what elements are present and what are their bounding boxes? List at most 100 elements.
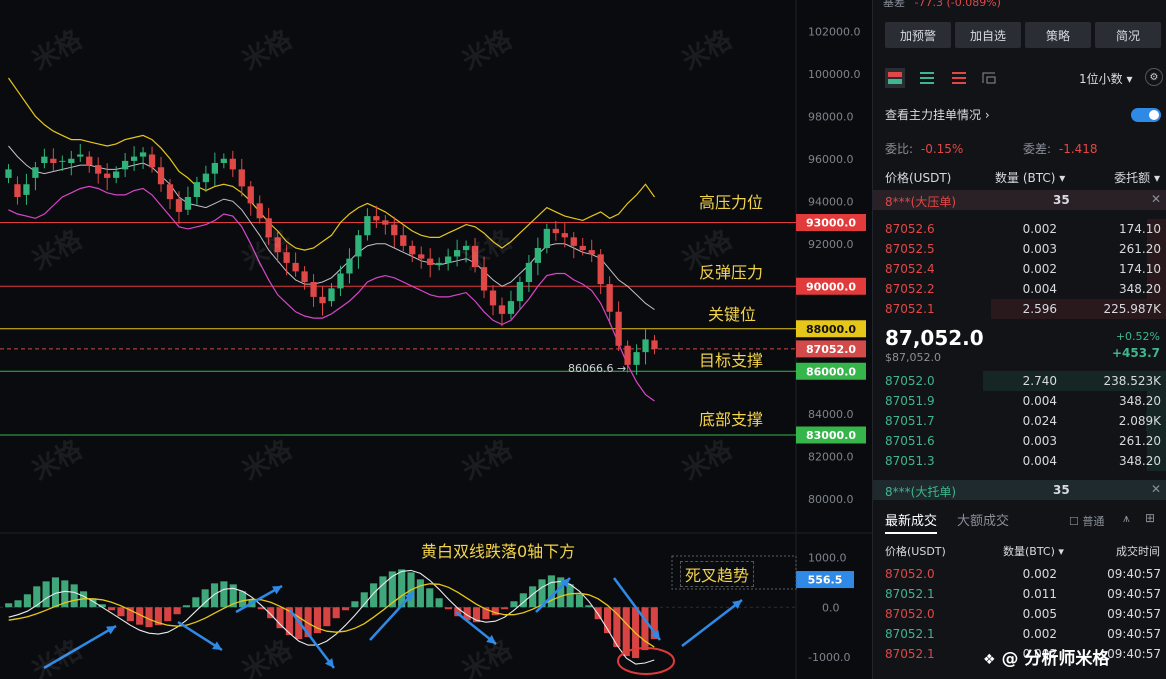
close-icon[interactable]: ✕ — [1151, 192, 1161, 206]
macd-bar — [5, 603, 13, 608]
decimal-select[interactable]: 1位小数 ▾ — [1079, 70, 1133, 87]
add-watchlist-button[interactable]: 加自选 — [955, 22, 1021, 48]
ask-large-tag: 8***(大压单) 35 ✕ — [873, 190, 1166, 210]
candle-body — [130, 156, 138, 161]
main-order-toggle[interactable] — [1131, 108, 1161, 122]
orderbook-depth-icon[interactable] — [979, 68, 999, 88]
change-abs: +453.7 — [1111, 346, 1160, 360]
bid-row[interactable]: 87051.9 0.004 348.20 — [873, 391, 1166, 411]
candle-body — [220, 158, 227, 163]
candle-body — [238, 169, 245, 187]
price-cell: 87052.0 — [885, 374, 935, 388]
candle-body — [247, 186, 254, 204]
candle-body — [445, 256, 452, 263]
level-price-label: 90000.0 — [806, 280, 856, 293]
tab-large-trades[interactable]: 大额成交 — [957, 510, 1009, 529]
trade-qty-cell: 0.002 — [1022, 627, 1057, 641]
ask-row[interactable]: 87052.4 0.002 174.10 — [873, 259, 1166, 279]
candle-body — [301, 271, 308, 282]
candle-body — [561, 233, 568, 238]
ask-row[interactable]: 87052.2 0.004 348.20 — [873, 279, 1166, 299]
qty-cell: 0.002 — [1022, 222, 1057, 236]
macd-bar — [164, 607, 172, 622]
candle-body — [68, 158, 75, 163]
macd-bar — [145, 607, 153, 628]
trade-price-cell: 87052.1 — [885, 627, 935, 641]
trade-time-cell: 09:40:57 — [1107, 567, 1161, 581]
level-note-83000: 底部支撑 — [699, 410, 764, 429]
candle-body — [507, 301, 515, 314]
ob-header-qty[interactable]: 数量 (BTC) ▾ — [995, 169, 1065, 186]
ask-row[interactable]: 87052.6 0.002 174.10 — [873, 219, 1166, 239]
ask-row[interactable]: 87052.1 2.596 225.987K — [873, 299, 1166, 319]
chart-area[interactable]: 102000.0 100000.0 98000.0 96000.0 94000.0 920… — [0, 0, 872, 679]
close-icon[interactable]: ✕ — [1151, 482, 1161, 496]
ask-row[interactable]: 87052.5 0.003 261.20 — [873, 239, 1166, 259]
trade-time-cell: 09:40:57 — [1107, 607, 1161, 621]
candle-body — [489, 290, 497, 306]
candle-body — [462, 245, 470, 251]
ob-header-amount[interactable]: 委托额 ▾ — [1114, 169, 1160, 186]
macd-bar — [173, 607, 181, 615]
candle-body — [373, 216, 380, 221]
price-cell: 87051.3 — [885, 454, 935, 468]
price-cell: 87052.6 — [885, 222, 935, 236]
orderbook-both-icon[interactable] — [885, 68, 905, 88]
amount-cell: 174.10 — [1119, 262, 1161, 276]
macd-bar — [641, 607, 649, 651]
candle-body — [59, 160, 66, 162]
layout-icon[interactable]: ⊞ — [1145, 511, 1155, 525]
price-cell: 87051.9 — [885, 394, 935, 408]
candle-body — [480, 267, 488, 291]
macd-bar — [435, 598, 443, 608]
macd-bar — [341, 607, 350, 611]
macd-bar — [426, 588, 434, 608]
candle-body — [139, 152, 147, 157]
candle-body — [346, 258, 353, 274]
qty-cell: 0.004 — [1022, 454, 1057, 468]
main-order-toggle-label: 查看主力挂单情况 › — [885, 108, 990, 122]
settings-gear-icon[interactable]: ⚙ — [1145, 68, 1163, 86]
macd-annotation: 黄白双线跌落0轴下方 — [421, 542, 576, 561]
bid-row[interactable]: 87051.3 0.004 348.20 — [873, 451, 1166, 471]
trade-row: 87052.0 0.002 09:40:57 — [873, 564, 1166, 584]
tab-latest-trades[interactable]: 最新成交 — [885, 510, 938, 534]
candle-body — [256, 203, 263, 219]
trades-header-qty[interactable]: 数量(BTC) ▾ — [1003, 543, 1064, 559]
bid-row[interactable]: 87052.0 2.740 238.523K — [873, 371, 1166, 391]
normal-filter-checkbox[interactable]: ☐ 普通 — [1069, 513, 1104, 529]
orderbook-bids-icon[interactable] — [917, 68, 937, 88]
trade-price-cell: 87052.1 — [885, 647, 935, 661]
candle-body — [23, 184, 30, 195]
candle-body — [121, 160, 129, 170]
orderbook-asks-icon[interactable] — [949, 68, 969, 88]
ob-header-price: 价格(USDT) — [885, 171, 952, 185]
candle-body — [193, 182, 201, 197]
overview-button[interactable]: 简况 — [1095, 22, 1161, 48]
macd-bar — [14, 600, 22, 608]
macd-bar — [108, 607, 116, 611]
add-alert-button[interactable]: 加预警 — [885, 22, 951, 48]
filter-icon[interactable]: ⩚ — [1123, 511, 1130, 526]
candle-body — [292, 262, 299, 272]
trade-price-cell: 87052.0 — [885, 607, 935, 621]
trade-time-cell: 09:40:57 — [1107, 647, 1161, 661]
candle-body — [364, 216, 371, 236]
trade-row: 87052.1 0.011 09:40:57 — [873, 584, 1166, 604]
strategy-button[interactable]: 策略 — [1025, 22, 1091, 48]
macd-bar — [323, 607, 331, 627]
candle-body — [418, 254, 425, 259]
bid-row[interactable]: 87051.7 0.024 2.089K — [873, 411, 1166, 431]
macd-bar — [210, 583, 219, 608]
candle-body — [319, 296, 326, 304]
candle-body — [409, 245, 416, 255]
y-tick-label: 102000.0 — [808, 25, 861, 38]
candle-body — [597, 254, 604, 285]
candle-body — [651, 340, 658, 349]
level-price-label: 93000.0 — [806, 217, 856, 230]
bid-row[interactable]: 87051.6 0.003 261.20 — [873, 431, 1166, 451]
trade-time-cell: 09:40:57 — [1107, 587, 1161, 601]
trades-header-time: 成交时间 — [1116, 545, 1160, 558]
candle-body — [355, 235, 362, 257]
macd-y-tick-label: -1000.0 — [808, 651, 850, 664]
